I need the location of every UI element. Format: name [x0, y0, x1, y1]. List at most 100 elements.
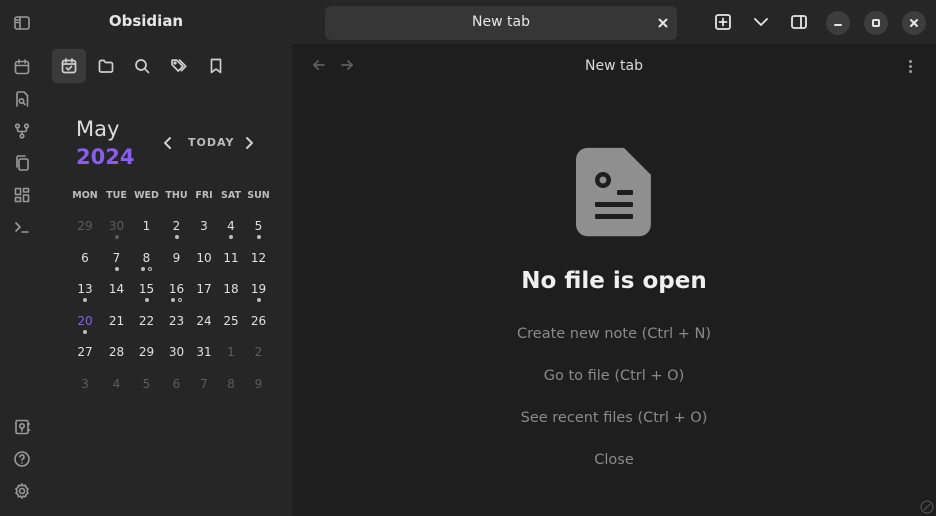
tab-list-button[interactable] — [751, 12, 771, 32]
chevron-left-icon — [164, 137, 171, 149]
calendar-day[interactable]: 8 — [217, 366, 245, 398]
calendar-day-number: 6 — [172, 376, 181, 391]
calendar-day[interactable]: 30 — [162, 334, 191, 366]
calendar-year: 2024 — [76, 145, 135, 169]
resize-handle-icon[interactable] — [920, 500, 934, 514]
calendar-day[interactable]: 7 — [102, 240, 131, 272]
tab-new-tab[interactable]: New tab — [325, 6, 677, 40]
weekday-label: TUE — [106, 190, 127, 201]
app-title: Obsidian — [108, 12, 184, 30]
calendar-day[interactable]: 17 — [191, 271, 217, 303]
calendar-day[interactable]: 8 — [131, 240, 162, 272]
close-link[interactable]: Close — [292, 452, 936, 468]
copy-icon[interactable] — [12, 153, 32, 173]
calendar-day[interactable]: 4 — [217, 208, 245, 240]
calendar-day[interactable]: 28 — [102, 334, 131, 366]
calendar-day[interactable]: 13 — [68, 271, 102, 303]
calendar-day[interactable]: 31 — [191, 334, 217, 366]
calendar-day[interactable]: 24 — [191, 303, 217, 335]
calendar-day[interactable]: 14 — [102, 271, 131, 303]
calendar-day-number: 29 — [77, 219, 93, 233]
calendar-day[interactable]: 2 — [245, 334, 272, 366]
calendar-day[interactable]: 3 — [191, 208, 217, 240]
calendar-day-number: 9 — [254, 376, 263, 391]
calendar-day[interactable]: 18 — [217, 271, 245, 303]
chevron-down-icon — [754, 18, 768, 26]
terminal-icon[interactable] — [12, 217, 32, 237]
vault-icon[interactable] — [12, 417, 32, 437]
calendar-icon[interactable] — [12, 57, 32, 77]
tab-files[interactable] — [89, 49, 123, 83]
tab-bookmarks[interactable] — [199, 49, 233, 83]
calendar-day[interactable]: 10 — [191, 240, 217, 272]
chevron-right-icon — [246, 137, 253, 149]
bookmark-icon — [210, 58, 222, 74]
calendar-day[interactable]: 7 — [191, 366, 217, 398]
dashboard-icon[interactable] — [12, 185, 32, 205]
minimize-button[interactable] — [826, 11, 850, 35]
calendar-day[interactable]: 19 — [245, 271, 272, 303]
note-dot — [83, 298, 87, 302]
calendar-day-number: 30 — [108, 219, 125, 233]
sidebar-toggle-icon[interactable] — [12, 13, 32, 33]
calendar-day[interactable]: 29 — [68, 208, 102, 240]
go-to-file-link[interactable]: Go to file (Ctrl + O) — [292, 368, 936, 384]
calendar-day[interactable]: 3 — [68, 366, 102, 398]
more-options-button[interactable] — [902, 57, 918, 75]
main-area: New tab New tab No file is open Create n… — [292, 0, 936, 516]
empty-state-title: No file is open — [521, 268, 707, 294]
calendar-day[interactable]: 6 — [68, 240, 102, 272]
calendar-next-button[interactable] — [238, 131, 260, 155]
see-recent-files-link[interactable]: See recent files (Ctrl + O) — [292, 410, 936, 426]
view-title: New tab — [585, 58, 643, 74]
calendar-day[interactable]: 29 — [131, 334, 162, 366]
right-sidebar-toggle[interactable] — [789, 12, 809, 32]
calendar-day[interactable]: 25 — [217, 303, 245, 335]
tab-calendar[interactable] — [52, 49, 86, 83]
calendar-day[interactable]: 23 — [162, 303, 191, 335]
tab-search[interactable] — [125, 49, 159, 83]
calendar-day[interactable]: 5 — [245, 208, 272, 240]
calendar-day[interactable]: 1 — [217, 334, 245, 366]
calendar-day[interactable]: 22 — [131, 303, 162, 335]
calendar-day-number: 30 — [168, 345, 185, 359]
maximize-button[interactable] — [864, 11, 888, 35]
tab-bar: New tab — [292, 0, 936, 44]
calendar-prev-button[interactable] — [157, 131, 179, 155]
settings-icon[interactable] — [12, 481, 32, 501]
calendar-day[interactable]: 9 — [162, 240, 191, 272]
calendar-day[interactable]: 6 — [162, 366, 191, 398]
calendar-day[interactable]: 12 — [245, 240, 272, 272]
calendar-week-row: 29 30 1 2 3 4 5 — [68, 208, 272, 240]
calendar-day[interactable]: 21 — [102, 303, 131, 335]
calendar-day[interactable]: 5 — [131, 366, 162, 398]
calendar-day[interactable]: 9 — [245, 366, 272, 398]
calendar-day[interactable]: 15 — [131, 271, 162, 303]
calendar-day-number: 27 — [77, 345, 93, 359]
calendar-day[interactable]: 4 — [102, 366, 131, 398]
close-window-button[interactable] — [902, 11, 926, 35]
tab-close-button[interactable] — [655, 15, 671, 31]
weekday-label: WED — [134, 190, 159, 201]
calendar-day[interactable]: 26 — [245, 303, 272, 335]
note-dot — [171, 298, 175, 302]
calendar-day[interactable]: 11 — [217, 240, 245, 272]
calendar-day[interactable]: 30 — [102, 208, 131, 240]
calendar-day[interactable]: 16 — [162, 271, 191, 303]
graph-icon[interactable] — [12, 121, 32, 141]
calendar-day[interactable]: 1 — [131, 208, 162, 240]
new-tab-button[interactable] — [713, 12, 733, 32]
tab-tags[interactable] — [162, 49, 196, 83]
create-new-note-link[interactable]: Create new note (Ctrl + N) — [292, 326, 936, 342]
calendar-day-today[interactable]: 20 — [68, 303, 102, 335]
calendar-today-button[interactable]: TODAY — [188, 136, 234, 149]
file-search-icon[interactable] — [12, 89, 32, 109]
calendar-day-number: 5 — [254, 219, 263, 233]
calendar-day[interactable]: 27 — [68, 334, 102, 366]
note-indicator-dots — [68, 298, 102, 302]
help-icon[interactable] — [12, 449, 32, 469]
calendar-day-number: 24 — [196, 313, 212, 328]
calendar-week-row: 6 7 8 9 10 11 12 — [68, 240, 272, 272]
calendar-day[interactable]: 2 — [162, 208, 191, 240]
calendar-day-number: 31 — [196, 345, 212, 359]
